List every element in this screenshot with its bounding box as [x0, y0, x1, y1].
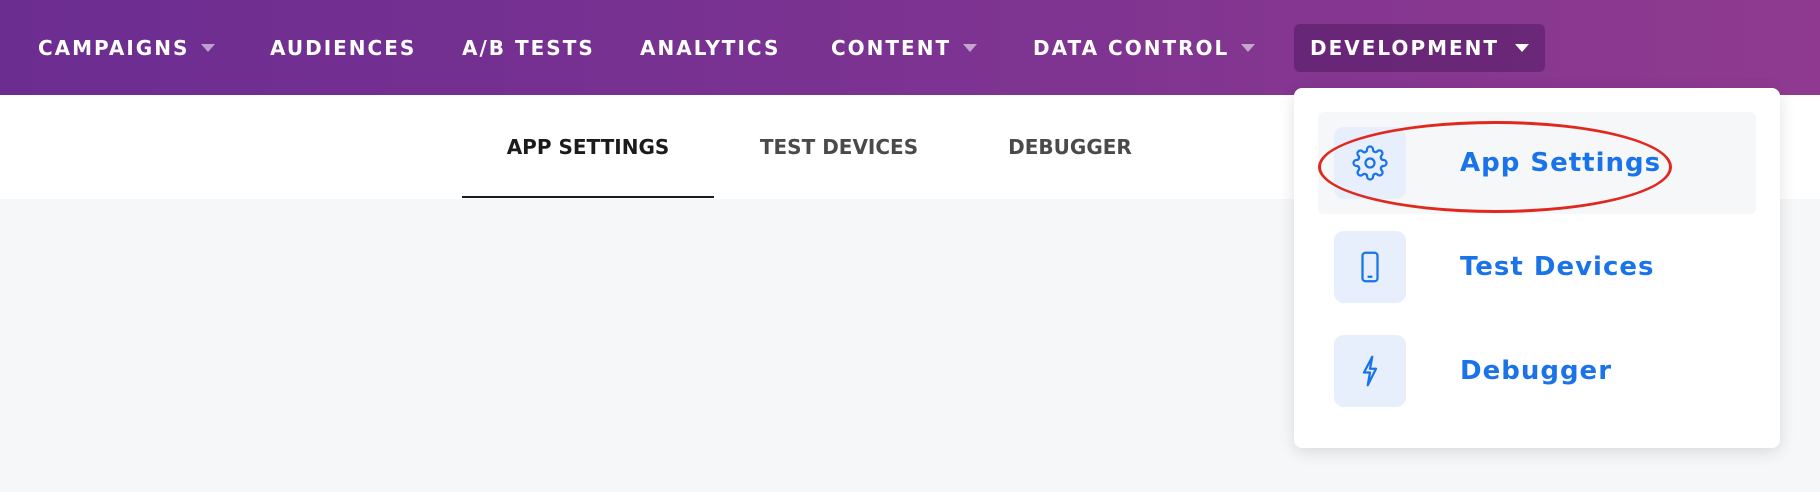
nav-item-campaigns[interactable]: CAMPAIGNS [38, 24, 216, 72]
nav-item-label: DATA CONTROL [1033, 36, 1230, 60]
gear-icon [1334, 127, 1406, 199]
tab-debugger[interactable]: DEBUGGER [996, 95, 1144, 199]
dropdown-item-test-devices[interactable]: Test Devices [1318, 216, 1756, 318]
tab-label: DEBUGGER [1008, 135, 1132, 159]
nav-item-data-control[interactable]: DATA CONTROL [1033, 24, 1256, 72]
dropdown-item-debugger[interactable]: Debugger [1318, 320, 1756, 422]
dropdown-item-label: App Settings [1460, 148, 1662, 178]
nav-item-ab-tests[interactable]: A/B TESTS [462, 24, 595, 72]
tab-app-settings[interactable]: APP SETTINGS [462, 95, 714, 199]
nav-item-audiences[interactable]: AUDIENCES [270, 24, 416, 72]
dropdown-item-app-settings[interactable]: App Settings [1318, 112, 1756, 214]
tab-test-devices[interactable]: TEST DEVICES [742, 95, 936, 199]
nav-item-content[interactable]: CONTENT [831, 24, 978, 72]
nav-item-label: A/B TESTS [462, 36, 595, 60]
dropdown-item-label: Test Devices [1460, 252, 1655, 282]
nav-item-development[interactable]: DEVELOPMENT [1294, 24, 1546, 72]
lightning-icon [1334, 335, 1406, 407]
tab-label: APP SETTINGS [506, 135, 670, 159]
caret-down-icon [201, 44, 216, 52]
phone-icon [1334, 231, 1406, 303]
caret-down-icon [1241, 44, 1256, 52]
tab-label: TEST DEVICES [759, 135, 919, 159]
caret-down-icon [1515, 44, 1530, 52]
top-navigation-bar: CAMPAIGNS AUDIENCES A/B TESTS ANALYTICS … [0, 0, 1820, 95]
development-dropdown-menu: App Settings Test Devices Debugger [1294, 88, 1780, 448]
nav-item-label: CAMPAIGNS [38, 36, 190, 60]
nav-item-label: AUDIENCES [270, 36, 417, 60]
caret-down-icon [963, 44, 978, 52]
nav-item-analytics[interactable]: ANALYTICS [640, 24, 780, 72]
nav-item-label: DEVELOPMENT [1310, 36, 1500, 60]
nav-item-label: CONTENT [831, 36, 952, 60]
dropdown-item-label: Debugger [1460, 356, 1613, 386]
active-tab-underline [462, 196, 714, 198]
nav-item-label: ANALYTICS [640, 36, 781, 60]
